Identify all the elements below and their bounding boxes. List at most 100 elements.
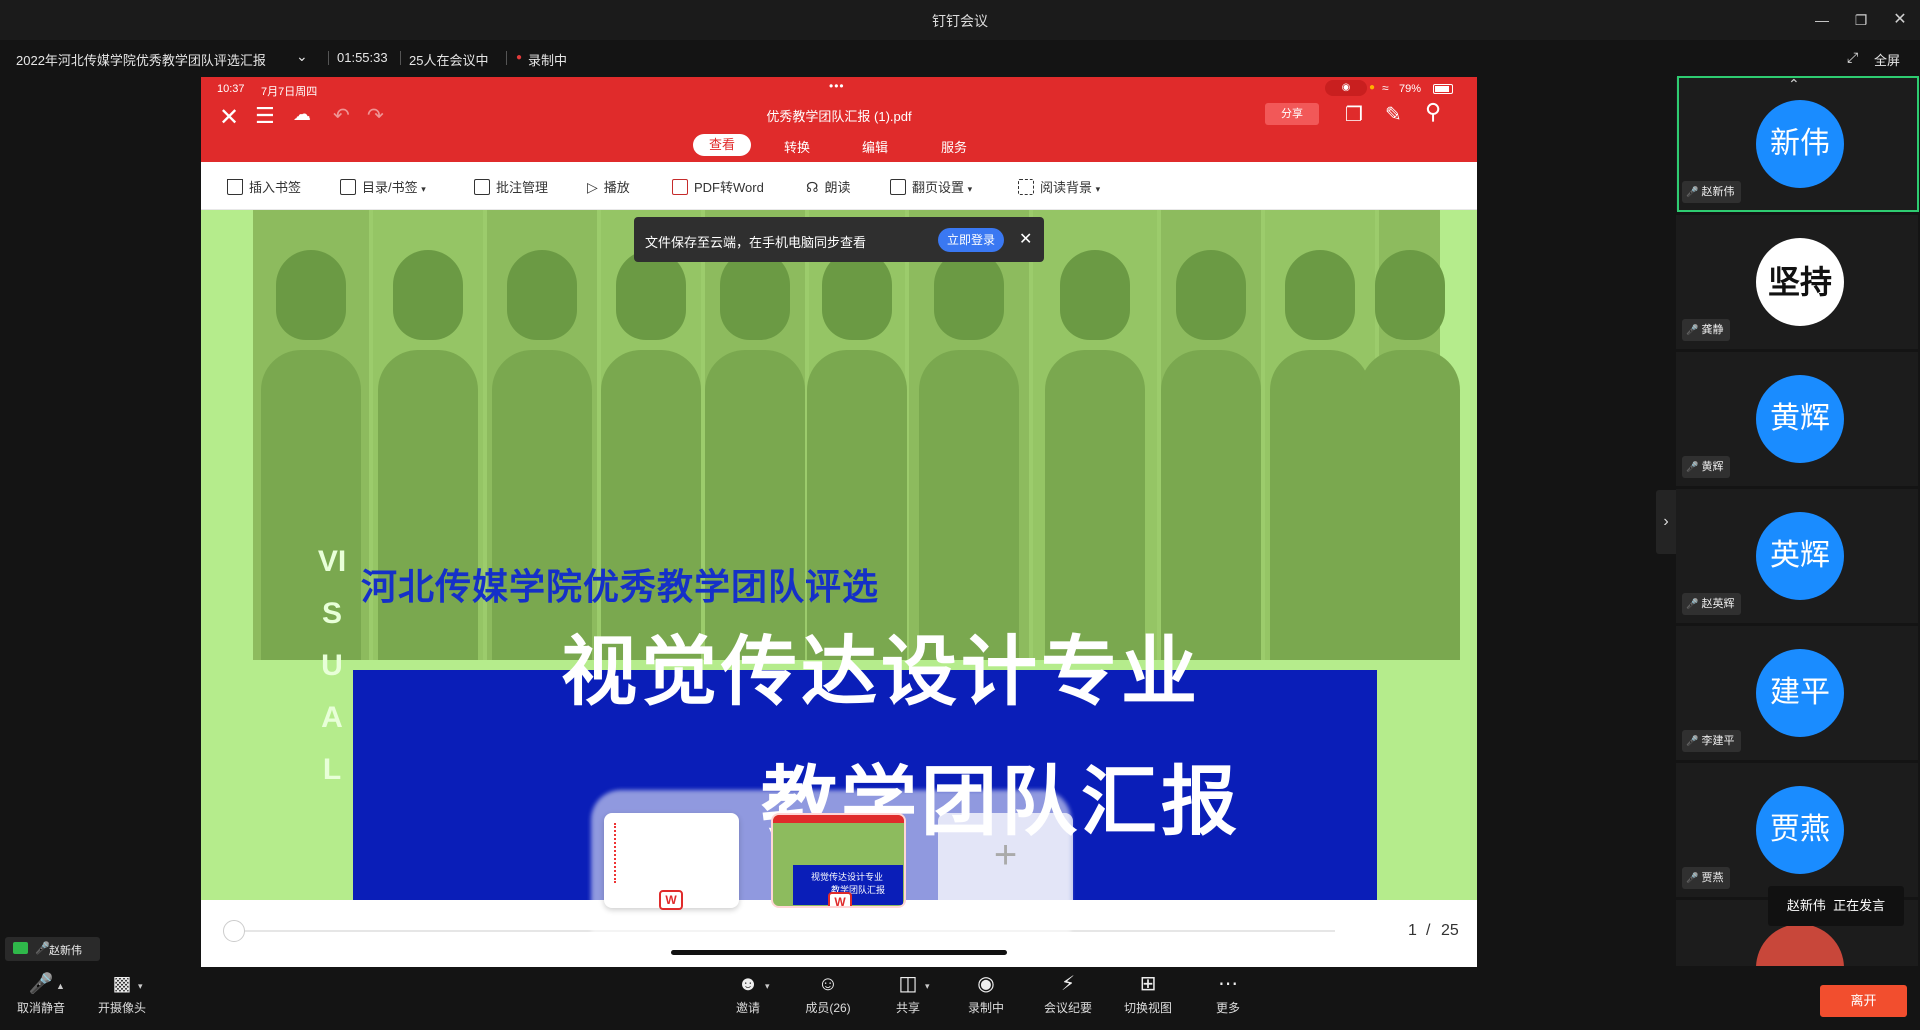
participant-tile[interactable]: 黄辉 🎤 黄辉 [1676, 352, 1918, 486]
window-label-main-2: 主屏 [825, 917, 850, 931]
camera-button[interactable]: ▩ 开摄像头 [94, 973, 150, 1016]
chevron-down-icon[interactable]: ▾ [138, 981, 143, 992]
recording-button[interactable]: ◉ 录制中 [962, 973, 1010, 1016]
status-date: 7月7日周四 [261, 86, 318, 98]
share-file-button[interactable]: 分享 [1265, 103, 1319, 125]
close-icon[interactable]: ✕ [1890, 10, 1910, 30]
login-button[interactable]: 立即登录 [938, 228, 1004, 252]
members-icon: ☺ [817, 973, 839, 995]
status-time: 10:37 [217, 83, 245, 95]
unmute-button[interactable]: 🎤 取消静音 [14, 973, 68, 1016]
invite-icon: ☻ [737, 973, 759, 995]
play-icon: ▷ [587, 179, 598, 195]
wps-app-icon: W [828, 892, 852, 906]
page-total: 25 [1441, 922, 1459, 939]
play-button[interactable]: ▷ 播放 [587, 177, 630, 196]
search-icon[interactable]: ⚲ [1425, 99, 1441, 125]
chevron-down-icon[interactable]: ▾ [765, 981, 770, 992]
participant-tile[interactable]: 建平 🎤 李建平 [1676, 626, 1918, 760]
participant-tile[interactable]: 新伟 🎤 赵新伟 [1676, 77, 1918, 211]
fullscreen-button[interactable]: 全屏 [1874, 50, 1900, 69]
multiwindow-icon[interactable]: ❐ [1345, 102, 1363, 127]
chevron-up-icon[interactable]: ⌃ [1788, 76, 1800, 93]
page-turn-settings-button[interactable]: 翻页设置 ▾ [890, 177, 972, 196]
more-button[interactable]: ⋯ 更多 [1208, 973, 1248, 1016]
avatar: 英辉 [1756, 512, 1844, 600]
more-icon: ⋯ [1218, 973, 1238, 995]
slide-subtitle: 河北传媒学院优秀教学团队评选 [361, 566, 880, 607]
word-icon [672, 179, 688, 195]
mic-muted-icon: 🎤 [1686, 325, 1699, 336]
chevron-up-icon[interactable]: ▲ [56, 981, 65, 991]
window-label-main-1: 主屏 [657, 917, 682, 931]
meeting-minutes-button[interactable]: ⚡ 会议纪要 [1040, 973, 1096, 1016]
slide-title-line1: 视觉传达设计专业 [561, 630, 1201, 715]
participant-tile[interactable]: 贾燕 🎤 贾燕 [1676, 763, 1918, 897]
participant-sidebar: ⌃ 新伟 🎤 赵新伟 坚持 🎤 龚静 黄辉 🎤 黄辉 英辉 🎤 赵英辉 建平 🎤… [1676, 76, 1920, 966]
plus-icon: + [993, 833, 1018, 877]
headphones-icon: ☊ [806, 179, 819, 195]
tab-view[interactable]: 查看 [693, 134, 751, 156]
leave-button[interactable]: 离开 [1820, 985, 1907, 1017]
pen-icon[interactable]: ✎ [1385, 102, 1402, 127]
mic-muted-icon: 🎤 [28, 973, 54, 995]
mic-muted-icon: 🎤 [1686, 873, 1699, 884]
tab-convert[interactable]: 转换 [784, 137, 810, 156]
window-thumb-main-2[interactable]: 视觉传达设计专业 教学团队汇报 W [771, 813, 906, 908]
invite-button[interactable]: ☻ 邀请 [728, 973, 768, 1016]
pdf-to-word-button[interactable]: PDF转Word [672, 177, 764, 196]
participant-count[interactable]: 25人在会议中 [409, 50, 488, 69]
chevron-down-icon[interactable]: ▾ [925, 981, 930, 992]
bookmark-icon [227, 179, 243, 195]
home-indicator [671, 950, 1007, 955]
battery-level: 79% [1399, 83, 1422, 95]
annotations-button[interactable]: 批注管理 [474, 177, 548, 196]
close-tip-icon[interactable]: ✕ [1019, 229, 1032, 249]
vertical-text: VISUAL [317, 545, 347, 786]
app-title: 钉钉会议 [932, 13, 988, 29]
participant-name-badge: 🎤 黄辉 [1682, 456, 1730, 478]
chevron-down-icon[interactable]: ⌄ [296, 48, 308, 65]
participant-tile[interactable]: 坚持 🎤 龚静 [1676, 215, 1918, 349]
collapse-sidebar-icon[interactable]: › [1656, 490, 1676, 554]
participant-name-badge: 🎤 赵英辉 [1682, 593, 1741, 615]
meeting-title[interactable]: 2022年河北传媒学院优秀教学团队评选汇报 [16, 50, 266, 69]
handle-dots-icon: ••• [829, 79, 845, 93]
minutes-icon: ⚡ [1060, 973, 1076, 995]
window-thumb-main-1[interactable]: W [604, 813, 739, 910]
reading-background-button[interactable]: 阅读背景 ▾ [1018, 177, 1100, 196]
record-indicator-icon: ◉ [1325, 80, 1367, 96]
share-screen-button[interactable]: ◫ 共享 [888, 973, 928, 1016]
speaking-tooltip: 赵新伟 正在发言 [1768, 886, 1904, 926]
insert-bookmark-button[interactable]: 插入书签 [227, 177, 301, 196]
page-turn-icon [890, 179, 906, 195]
window-titlebar: 钉钉会议 — ❐ ✕ [0, 0, 1920, 40]
fullscreen-icon[interactable]: ⤢ [1847, 49, 1858, 66]
mic-muted-icon: 🎤 [1686, 736, 1699, 747]
screen-share-icon [13, 942, 28, 954]
avatar [1756, 924, 1844, 966]
tab-service[interactable]: 服务 [941, 137, 967, 156]
shared-screen: 10:37 7月7日周四 ••• ◉ ● ≈ 79% ✕ ☰ ☁ ↶ ↷ 优秀教… [201, 77, 1477, 967]
wps-toolbar: 插入书签 目录/书签 ▾ 批注管理 ▷ 播放 PDF转Word ☊ 朗读 翻页设置 … [201, 162, 1477, 210]
new-window-thumb[interactable]: + [938, 813, 1073, 908]
toc-button[interactable]: 目录/书签 ▾ [340, 177, 426, 196]
page-current: 1 [1408, 922, 1417, 939]
minimize-icon[interactable]: — [1812, 10, 1832, 30]
tab-edit[interactable]: 编辑 [862, 137, 888, 156]
meeting-controls: 🎤 取消静音 ▲ ▩ 开摄像头 ▾ ☻ 邀请 ▾ ☺ 成员(26) ◫ 共享 ▾… [0, 967, 1920, 1030]
participant-tile[interactable]: 英辉 🎤 赵英辉 [1676, 489, 1918, 623]
read-aloud-button[interactable]: ☊ 朗读 [806, 177, 850, 196]
record-icon: ◉ [977, 973, 995, 995]
page-slider-thumb[interactable] [223, 920, 245, 942]
mic-muted-icon: 🎤 [1686, 599, 1699, 610]
mic-icon: 🎤 [35, 941, 50, 955]
switch-view-button[interactable]: ⊞ 切换视图 [1120, 973, 1176, 1016]
self-name: 赵新伟 [49, 945, 82, 957]
members-button[interactable]: ☺ 成员(26) [800, 973, 856, 1016]
wps-app-icon: W [659, 890, 683, 910]
restore-icon[interactable]: ❐ [1851, 10, 1871, 30]
wps-header: 10:37 7月7日周四 ••• ◉ ● ≈ 79% ✕ ☰ ☁ ↶ ↷ 优秀教… [201, 77, 1477, 162]
new-window-label: 新建窗口 [979, 917, 1028, 931]
participant-name-badge: 🎤 贾燕 [1682, 867, 1730, 889]
